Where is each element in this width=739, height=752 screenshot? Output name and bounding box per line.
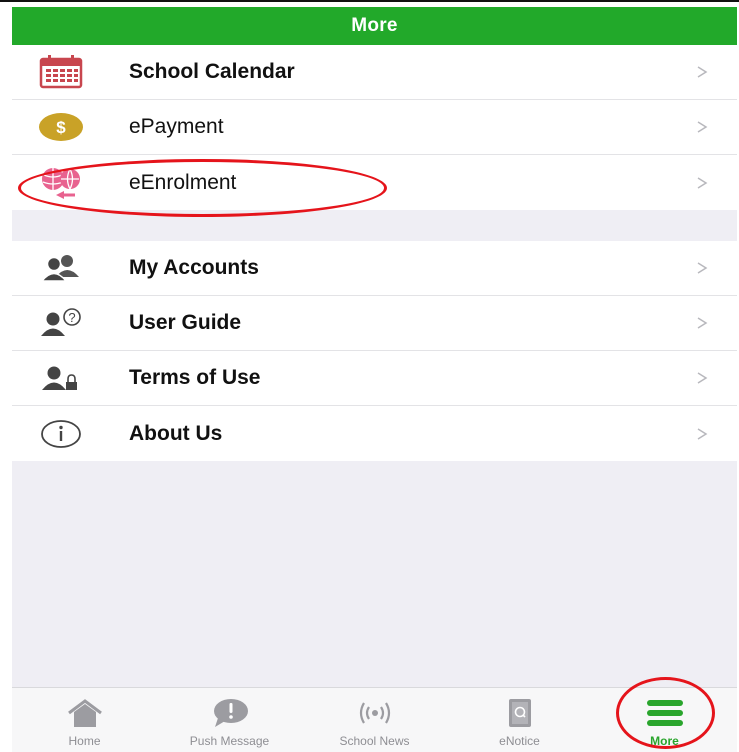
menu-group-account: My Accounts ? User Guide Terms of Use Ab… (12, 241, 737, 461)
tab-label: eNotice (499, 734, 540, 748)
chevron-right-icon (697, 317, 708, 329)
chevron-right-icon (697, 121, 708, 133)
tab-more[interactable]: More (592, 688, 737, 752)
svg-text:$: $ (56, 118, 66, 137)
menu-item-label: My Accounts (129, 256, 259, 279)
menu-item-terms-of-use[interactable]: Terms of Use (12, 351, 737, 406)
tab-push-message[interactable]: Push Message (157, 688, 302, 752)
menu-icon (643, 696, 687, 730)
user-lock-icon (37, 360, 85, 396)
menu-item-label: User Guide (129, 311, 242, 334)
menu-item-user-guide[interactable]: ? User Guide (12, 296, 737, 351)
notice-icon (498, 696, 542, 730)
message-icon (208, 696, 252, 730)
chevron-right-icon (697, 372, 708, 384)
tab-home[interactable]: Home (12, 688, 157, 752)
calendar-icon (37, 54, 85, 90)
chevron-right-icon (697, 66, 708, 78)
sports-balls-icon (37, 165, 85, 201)
menu-item-label: eEnrolment (129, 170, 237, 194)
menu-item-label: Terms of Use (129, 366, 261, 389)
tab-label: Home (68, 734, 101, 748)
menu-item-my-accounts[interactable]: My Accounts (12, 241, 737, 296)
page-title: More (351, 15, 398, 36)
menu-item-epayment[interactable]: $ ePayment (12, 100, 737, 155)
dollar-coin-icon: $ (37, 109, 85, 145)
chevron-right-icon (697, 262, 708, 274)
menu-group-services: School Calendar $ ePayment eEnrolment (12, 45, 737, 210)
menu-item-label: School Calendar (129, 60, 295, 83)
info-icon (37, 416, 85, 452)
home-icon (63, 696, 107, 730)
menu-item-about-us[interactable]: About Us (12, 406, 737, 461)
app-screen: More School Calendar $ ePayment eEnrolme… (12, 7, 737, 752)
chevron-right-icon (697, 176, 708, 189)
top-border (0, 0, 739, 2)
tab-school-news[interactable]: School News (302, 688, 447, 752)
broadcast-icon (353, 696, 397, 730)
menu-item-school-calendar[interactable]: School Calendar (12, 45, 737, 100)
svg-text:?: ? (68, 310, 75, 325)
user-question-icon: ? (37, 305, 85, 341)
users-icon (37, 250, 85, 286)
menu-item-label: About Us (129, 421, 223, 445)
chevron-right-icon (697, 427, 708, 440)
tab-bar: Home Push Message School News eNotice Mo… (12, 687, 737, 752)
tab-label: More (650, 734, 679, 748)
tab-label: School News (339, 734, 410, 748)
menu-item-label: ePayment (129, 115, 224, 138)
tab-enotice[interactable]: eNotice (447, 688, 592, 752)
header-bar: More (12, 7, 737, 45)
menu-item-eenrolment[interactable]: eEnrolment (12, 155, 737, 210)
tab-label: Push Message (189, 734, 270, 748)
